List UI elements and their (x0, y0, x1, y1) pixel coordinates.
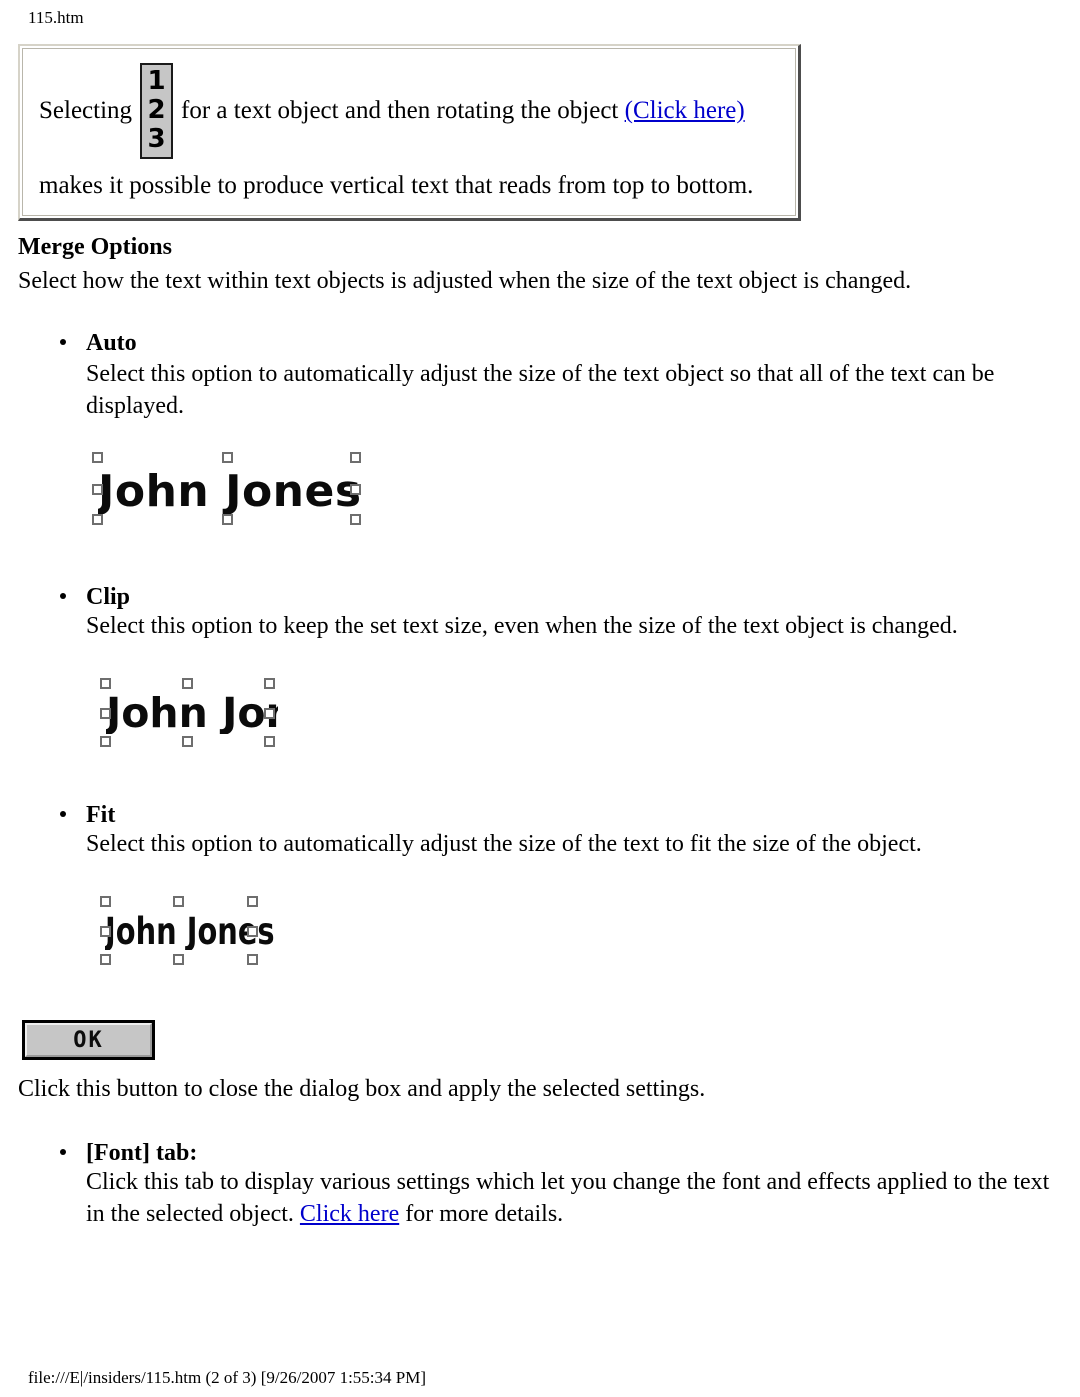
resize-handle-bottom-center[interactable] (182, 736, 193, 747)
text-object-sample-fit[interactable]: John Jones (100, 896, 275, 966)
note-line-one: Selecting 1 2 3 for a text object and th… (39, 63, 779, 159)
callout-click-here-link[interactable]: (Click here) (625, 94, 745, 128)
page-filename-header: 115.htm (28, 8, 84, 27)
resize-handle-top-left[interactable] (100, 678, 111, 689)
text-object-sample-auto[interactable]: John Jones (92, 452, 372, 528)
resize-handle-middle-right[interactable] (264, 708, 275, 719)
resize-handle-top-center[interactable] (222, 452, 233, 463)
resize-handle-top-left[interactable] (92, 452, 103, 463)
bullet-label-fit: Fit (86, 802, 116, 828)
bullet-label-font-tab: [Font] tab: (86, 1140, 198, 1166)
resize-handle-top-center[interactable] (182, 678, 193, 689)
resize-handle-middle-left[interactable] (100, 926, 111, 937)
resize-handle-bottom-left[interactable] (100, 954, 111, 965)
resize-handle-bottom-right[interactable] (264, 736, 275, 747)
description-ok-button: Click this button to close the dialog bo… (18, 1076, 706, 1102)
font-tab-description-part-two: for more details. (405, 1201, 564, 1227)
document-page: 115.htm Selecting 1 2 3 for a text objec… (0, 0, 1080, 1397)
font-tab-click-here-link[interactable]: Click here (300, 1201, 399, 1227)
description-font-tab: Click this tab to display various settin… (86, 1166, 1056, 1230)
bullet-item-fit: Fit (60, 800, 115, 830)
bullet-item-auto: Auto (60, 328, 137, 358)
resize-handle-bottom-right[interactable] (350, 514, 361, 525)
resize-handle-bottom-right[interactable] (247, 954, 258, 965)
bullet-item-clip: Clip (60, 582, 130, 612)
ok-button[interactable]: OK (22, 1020, 155, 1060)
bullet-dot-icon (60, 339, 66, 345)
sample-text-clip: John Jones (106, 693, 278, 734)
note-callout-box: Selecting 1 2 3 for a text object and th… (18, 44, 801, 221)
resize-handle-middle-left[interactable] (92, 484, 103, 495)
icon-digit-one: 1 (147, 66, 166, 96)
description-auto: Select this option to automatically adju… (86, 361, 995, 419)
resize-handle-top-right[interactable] (350, 452, 361, 463)
description-clip: Select this option to keep the set text … (86, 613, 958, 639)
bullet-label-auto: Auto (86, 330, 137, 356)
resize-handle-top-center[interactable] (173, 896, 184, 907)
resize-handle-middle-right[interactable] (350, 484, 361, 495)
icon-digit-three: 3 (147, 124, 166, 154)
page-footer-path: file:///E|/insiders/115.htm (2 of 3) [9/… (28, 1368, 426, 1387)
resize-handle-middle-left[interactable] (100, 708, 111, 719)
resize-handle-bottom-center[interactable] (222, 514, 233, 525)
vertical-text-123-icon[interactable]: 1 2 3 (140, 63, 174, 159)
resize-handle-middle-right[interactable] (247, 926, 258, 937)
bullet-dot-icon (60, 811, 66, 817)
resize-handle-top-right[interactable] (247, 896, 258, 907)
resize-handle-bottom-center[interactable] (173, 954, 184, 965)
resize-handle-top-left[interactable] (100, 896, 111, 907)
description-fit: Select this option to automatically adju… (86, 831, 922, 857)
merge-options-heading: Merge Options (18, 234, 172, 260)
note-text-after-icon: for a text object and then rotating the … (181, 97, 619, 124)
sample-text-auto: John Jones (98, 470, 362, 514)
font-tab-description-part-one: Click this tab to display various settin… (86, 1169, 1050, 1227)
note-callout-inner: Selecting 1 2 3 for a text object and th… (22, 48, 796, 216)
icon-digit-two: 2 (147, 95, 166, 125)
resize-handle-bottom-left[interactable] (100, 736, 111, 747)
ok-button-label: OK (25, 1023, 152, 1057)
bullet-dot-icon (60, 593, 66, 599)
text-object-sample-clip[interactable]: John Jones (100, 678, 278, 748)
merge-options-intro: Select how the text within text objects … (18, 268, 912, 294)
resize-handle-bottom-left[interactable] (92, 514, 103, 525)
note-line-two: makes it possible to produce vertical te… (39, 172, 754, 199)
bullet-dot-icon (60, 1149, 66, 1155)
resize-handle-top-right[interactable] (264, 678, 275, 689)
note-text-before-icon: Selecting (39, 97, 133, 124)
bullet-item-font-tab: [Font] tab: (60, 1138, 197, 1168)
bullet-label-clip: Clip (86, 584, 131, 610)
